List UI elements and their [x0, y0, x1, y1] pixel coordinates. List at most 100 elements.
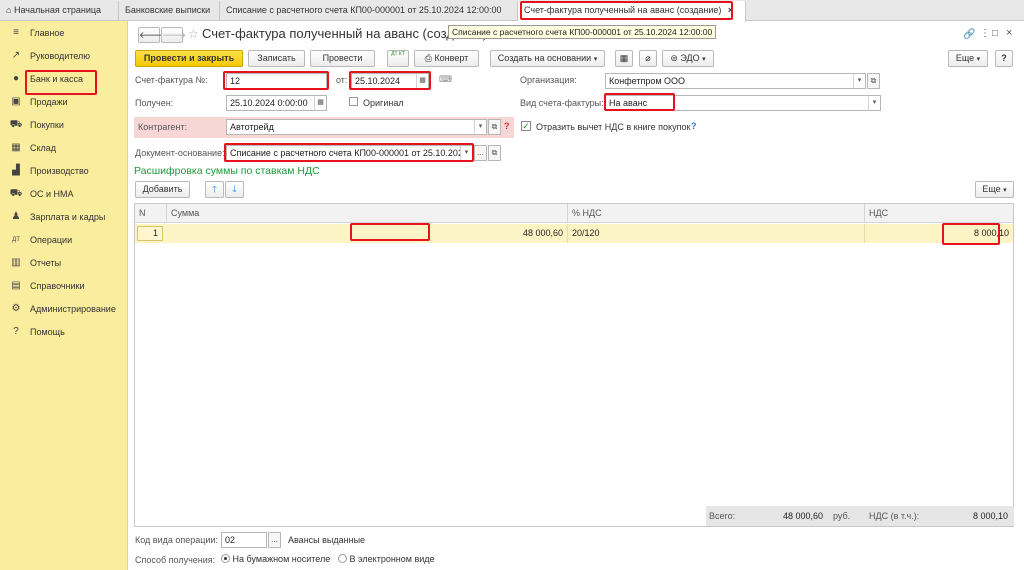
sidebar-item-bank[interactable]: ● Банк и касса — [0, 69, 128, 89]
row-vat[interactable]: 8 000,10 — [865, 224, 1013, 243]
close-form-icon[interactable]: × — [1006, 27, 1012, 39]
calendar-icon[interactable]: ▦ — [314, 96, 326, 110]
attach-button[interactable]: ⌀ — [639, 50, 657, 67]
close-icon[interactable]: × — [728, 5, 733, 15]
date-field[interactable]: 25.10.2024 ▦ — [351, 73, 429, 89]
edo-button[interactable]: ⊜ ЭДО ▾ — [662, 50, 714, 67]
received-value: 25.10.2024 0:00:00 — [230, 98, 308, 108]
move-up-button[interactable]: 🡑 — [205, 181, 224, 198]
sidebar-item-warehouse[interactable]: ▦ Склад — [0, 138, 128, 158]
link-icon[interactable]: 🔗 — [963, 29, 975, 40]
counterparty-value: Автотрейд — [230, 122, 274, 132]
sidebar-item-help[interactable]: ? Помощь — [0, 322, 128, 342]
column-vat[interactable]: НДС — [865, 204, 1013, 223]
sidebar-item-assets[interactable]: ⛟ ОС и НМА — [0, 184, 128, 204]
tab-home[interactable]: ⌂ Начальная страница — [0, 1, 119, 21]
received-field[interactable]: 25.10.2024 0:00:00 ▦ — [226, 95, 327, 111]
radio-paper[interactable]: На бумажном носителе — [221, 554, 330, 564]
sidebar-item-label: Главное — [30, 28, 65, 38]
row-number[interactable]: 1 — [137, 226, 163, 241]
basis-select-button[interactable]: ... — [474, 145, 487, 161]
table-row[interactable]: 1 48 000,60 20/120 8 000,10 — [135, 224, 1013, 243]
more-button[interactable]: Еще ▾ — [948, 50, 988, 67]
edo-label: ЭДО — [680, 53, 700, 63]
home-icon: ⌂ — [6, 5, 12, 15]
sidebar-item-label: Операции — [30, 235, 73, 245]
organization-value: Конфетпром ООО — [609, 76, 686, 86]
reflect-vat-label: Отразить вычет НДС в книге покупок — [536, 122, 691, 132]
dt-kt-button[interactable]: ДТ КТ — [387, 50, 409, 67]
counterparty-field[interactable]: Автотрейд ▾ — [226, 119, 487, 135]
organization-field[interactable]: Конфетпром ООО ▾ — [605, 73, 866, 89]
basis-label: Документ-основание: — [135, 148, 225, 158]
basis-value: Списание с расчетного счета КП00-000001 … — [230, 148, 468, 158]
more-vert-icon[interactable]: ⋮ — [980, 28, 990, 39]
reflect-vat-checkbox[interactable]: ✓ — [521, 121, 531, 131]
original-checkbox[interactable] — [349, 97, 358, 106]
tab-invoice[interactable]: Счет-фактура полученный на аванс (создан… — [518, 1, 746, 22]
chevron-down-icon[interactable]: ▾ — [853, 74, 865, 88]
row-vat-rate[interactable]: 20/120 — [568, 224, 865, 243]
add-row-button[interactable]: Добавить — [135, 181, 190, 198]
sidebar-item-label: Склад — [30, 143, 57, 153]
column-sum[interactable]: Сумма — [167, 204, 568, 223]
move-down-button[interactable]: 🡓 — [225, 181, 244, 198]
open-basis-button[interactable]: ⧉ — [488, 145, 501, 161]
forward-button[interactable]: 🡒 — [161, 27, 186, 43]
save-button[interactable]: Записать — [248, 50, 305, 67]
tooltip: Списание с расчетного счета КП00-000001 … — [448, 25, 717, 39]
sidebar-item-admin[interactable]: ⚙ Администрирование — [0, 299, 128, 319]
reflect-vat-help-icon[interactable]: ? — [691, 121, 697, 131]
sidebar: ≡ Главное ↗ Руководителю ● Банк и касса ▣ Пр… — [0, 21, 128, 570]
invoice-kind-field[interactable]: На аванс ▾ — [605, 95, 881, 111]
table-more-button[interactable]: Еще ▾ — [975, 181, 1014, 198]
chevron-down-icon[interactable]: ▾ — [460, 146, 472, 160]
tab-bank-statements[interactable]: Банковские выписки — [119, 1, 220, 21]
sidebar-item-catalogs[interactable]: ▤ Справочники — [0, 276, 128, 296]
envelope-button[interactable]: ⎙ Конверт — [414, 50, 479, 67]
receive-method-label: Способ получения: — [135, 555, 216, 565]
vat-total-value: 8 000,10 — [973, 511, 1009, 521]
open-organization-button[interactable]: ⧉ — [867, 73, 880, 89]
sidebar-item-production[interactable]: ▟ Производство — [0, 161, 128, 181]
counterparty-help-icon[interactable]: ? — [504, 121, 510, 131]
more-label: Еще — [982, 184, 1001, 194]
column-vat-rate[interactable]: % НДС — [568, 204, 865, 223]
keyboard-icon[interactable]: ⌨ — [439, 74, 452, 85]
sidebar-item-label: Банк и касса — [30, 74, 83, 84]
back-button[interactable]: 🡐 — [138, 27, 163, 43]
warehouse-icon: ▦ — [11, 142, 21, 153]
organization-label: Организация: — [520, 75, 577, 85]
sidebar-item-operations[interactable]: ДТ Операции — [0, 230, 128, 250]
row-sum[interactable]: 48 000,60 — [167, 224, 568, 243]
star-icon[interactable]: ☆ — [188, 27, 199, 41]
column-n[interactable]: N — [135, 204, 167, 223]
sidebar-item-label: Отчеты — [30, 258, 62, 268]
calendar-icon[interactable]: ▦ — [416, 74, 428, 88]
from-label: от: — [336, 75, 348, 85]
basis-field[interactable]: Списание с расчетного счета КП00-000001 … — [226, 145, 473, 161]
open-icon: ⧉ — [870, 76, 877, 85]
maximize-icon[interactable]: □ — [992, 28, 998, 39]
sidebar-item-manager[interactable]: ↗ Руководителю — [0, 46, 128, 66]
chevron-down-icon[interactable]: ▾ — [474, 120, 486, 134]
op-code-field[interactable]: 02 — [221, 532, 267, 548]
sidebar-item-sales[interactable]: ▣ Продажи — [0, 92, 128, 112]
open-counterparty-button[interactable]: ⧉ — [488, 119, 501, 135]
sidebar-item-reports[interactable]: ▥ Отчеты — [0, 253, 128, 273]
sidebar-item-salary[interactable]: ♟ Зарплата и кадры — [0, 207, 128, 227]
op-code-select-button[interactable]: ... — [268, 532, 281, 548]
radio-electronic[interactable]: В электронном виде — [338, 554, 435, 564]
sidebar-item-purchases[interactable]: ⛟ Покупки — [0, 115, 128, 135]
invoice-no-field[interactable]: 12 — [226, 73, 327, 89]
post-button[interactable]: Провести — [310, 50, 375, 67]
arrow-down-icon: 🡓 — [232, 184, 237, 194]
radio-paper-label: На бумажном носителе — [232, 554, 331, 564]
help-button[interactable]: ? — [995, 50, 1013, 67]
post-and-close-button[interactable]: Провести и закрыть — [135, 50, 243, 67]
create-based-button[interactable]: Создать на основании ▾ — [490, 50, 605, 67]
chevron-down-icon[interactable]: ▾ — [868, 96, 880, 110]
structure-button[interactable]: ▦ — [615, 50, 633, 67]
tab-debit-document[interactable]: Списание с расчетного счета КП00-000001 … — [220, 1, 518, 21]
sidebar-item-main[interactable]: ≡ Главное — [0, 23, 128, 43]
